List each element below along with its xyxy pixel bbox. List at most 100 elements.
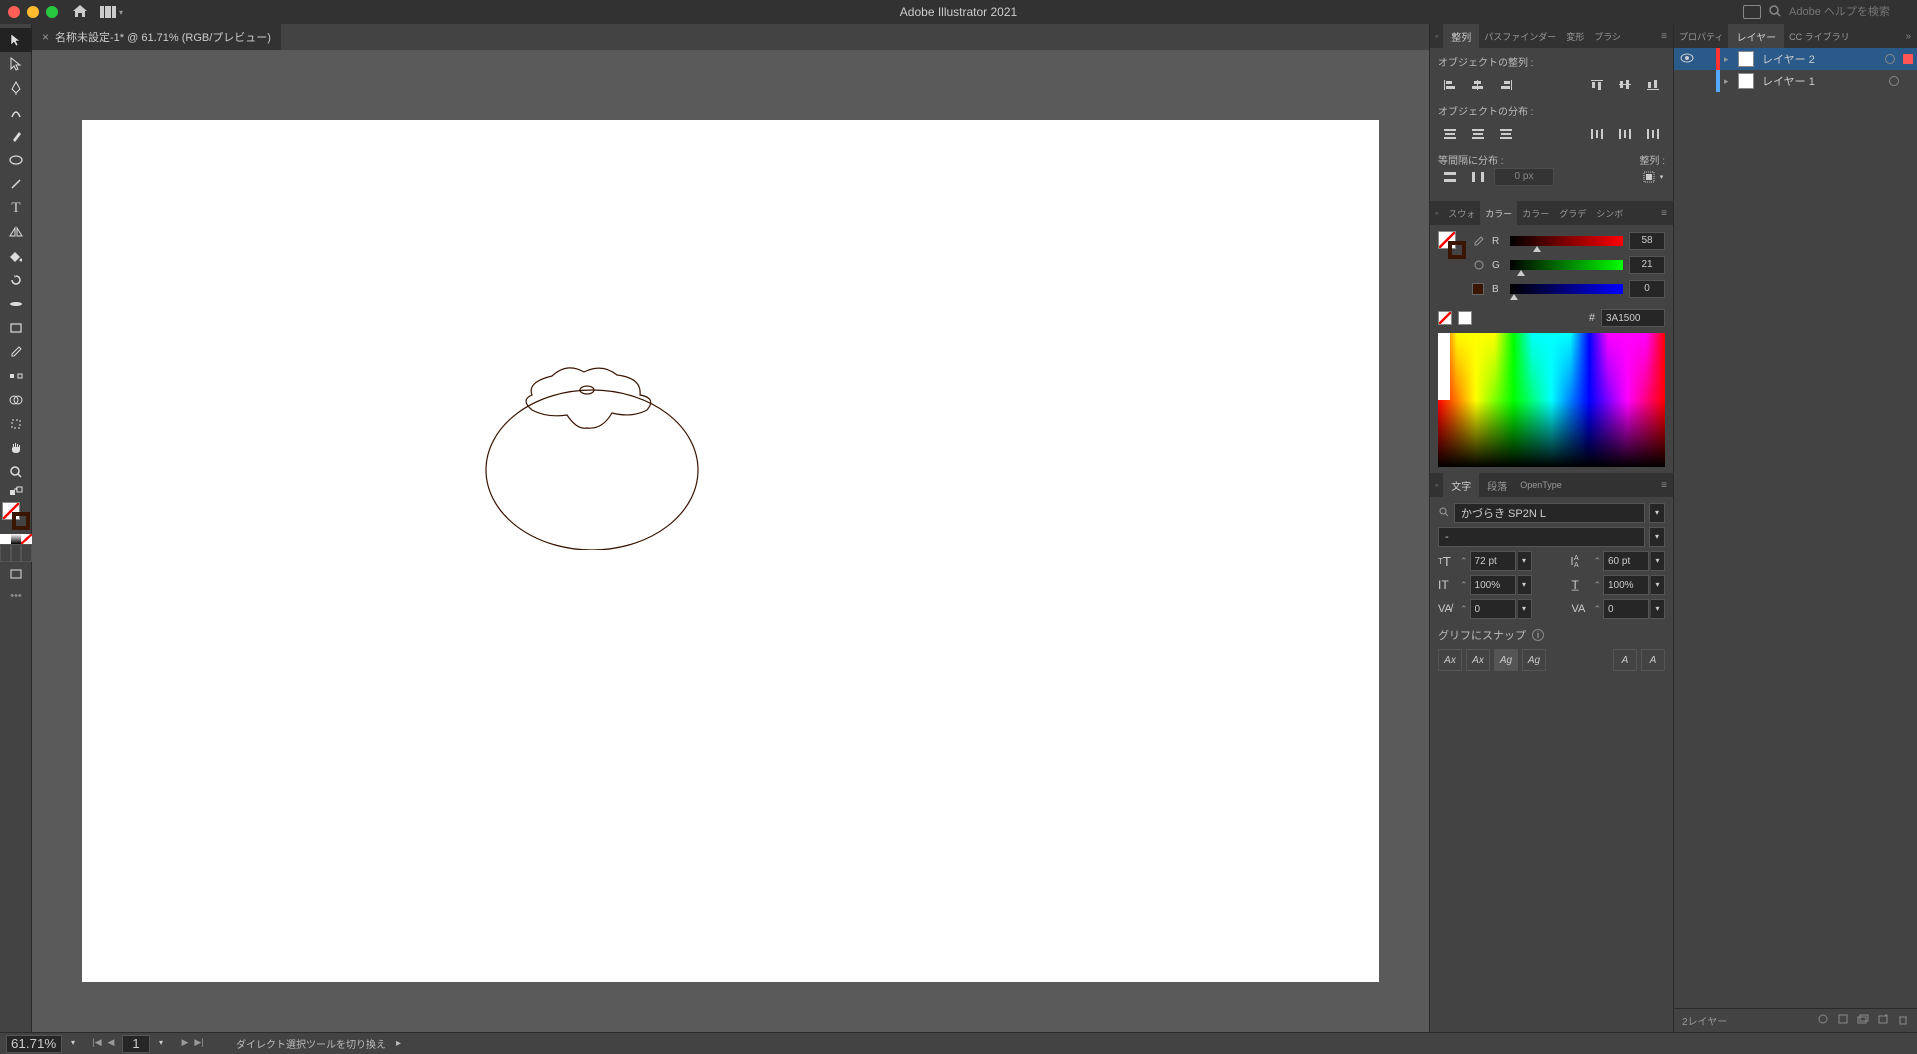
panel-handle-icon[interactable]: ◦ xyxy=(1430,201,1443,225)
target-icon[interactable] xyxy=(1885,54,1895,64)
eyedropper-icon[interactable] xyxy=(1472,236,1486,246)
tab-color[interactable]: カラー xyxy=(1480,201,1517,225)
expand-layer-icon[interactable]: ▸ xyxy=(1724,76,1734,87)
rotate-tool[interactable] xyxy=(0,268,32,292)
statusbar-menu-icon[interactable]: ▸ xyxy=(396,1038,401,1049)
blend-tool[interactable] xyxy=(0,364,32,388)
help-search-input[interactable] xyxy=(1789,6,1909,18)
vscale-input[interactable] xyxy=(1470,575,1516,595)
font-style-dropdown[interactable]: ▾ xyxy=(1649,527,1665,547)
vspace-button[interactable] xyxy=(1438,167,1462,187)
layer-row[interactable]: ▸ レイヤー 2 xyxy=(1674,48,1917,70)
info-icon[interactable]: i xyxy=(1532,629,1544,641)
pen-tool[interactable] xyxy=(0,76,32,100)
curvature-tool[interactable] xyxy=(0,100,32,124)
spacing-input[interactable] xyxy=(1494,168,1554,186)
tab-swatches[interactable]: スウォ xyxy=(1443,201,1480,225)
canvas[interactable] xyxy=(32,50,1429,1032)
align-right-button[interactable] xyxy=(1494,75,1518,95)
r-input[interactable] xyxy=(1629,232,1665,250)
tab-transform[interactable]: 変形 xyxy=(1561,24,1589,48)
brush-tool[interactable] xyxy=(0,124,32,148)
last-artboard-button[interactable]: ▶| xyxy=(192,1037,206,1051)
expand-layer-icon[interactable]: ▸ xyxy=(1724,54,1734,65)
panel-menu-icon[interactable]: ≡ xyxy=(1655,208,1673,219)
white-swatch[interactable] xyxy=(1458,311,1472,325)
g-slider[interactable] xyxy=(1510,260,1623,270)
vdist-bottom-button[interactable] xyxy=(1494,124,1518,144)
tab-cc-libraries[interactable]: CC ライブラリ xyxy=(1784,24,1855,48)
font-size-dropdown[interactable]: ▾ xyxy=(1518,551,1532,571)
line-tool[interactable] xyxy=(0,172,32,196)
close-window-button[interactable] xyxy=(8,6,20,18)
tab-align[interactable]: 整列 xyxy=(1443,24,1479,48)
font-family-input[interactable] xyxy=(1454,503,1645,523)
cloud-docs-icon[interactable] xyxy=(1743,5,1761,19)
none-swatch[interactable] xyxy=(1438,311,1452,325)
ellipse-tool[interactable] xyxy=(0,148,32,172)
layer-name[interactable]: レイヤー 1 xyxy=(1758,73,1885,89)
fill-stroke-preview[interactable] xyxy=(1438,231,1466,259)
gradient-mode[interactable] xyxy=(11,534,22,544)
font-family-dropdown[interactable]: ▾ xyxy=(1649,503,1665,523)
kerning-dropdown[interactable]: ▾ xyxy=(1518,599,1532,619)
vdist-top-button[interactable] xyxy=(1438,124,1462,144)
zoom-dropdown[interactable]: ▾ xyxy=(66,1035,80,1053)
hdist-center-button[interactable] xyxy=(1613,124,1637,144)
new-layer-icon[interactable] xyxy=(1877,1013,1889,1028)
hscale-dropdown[interactable]: ▾ xyxy=(1651,575,1665,595)
type-tool[interactable]: T xyxy=(0,196,32,220)
tab-properties[interactable]: プロパティ xyxy=(1674,24,1728,48)
tab-colorguide[interactable]: カラー xyxy=(1517,201,1554,225)
direct-selection-tool[interactable] xyxy=(0,52,32,76)
draw-behind[interactable] xyxy=(11,544,22,562)
maximize-window-button[interactable] xyxy=(46,6,58,18)
minimize-window-button[interactable] xyxy=(27,6,39,18)
tab-brushes[interactable]: ブラシ xyxy=(1589,24,1626,48)
selection-tool[interactable] xyxy=(0,28,32,52)
tab-layers[interactable]: レイヤー xyxy=(1728,24,1784,48)
target-icon[interactable] xyxy=(1889,76,1899,86)
hand-tool[interactable] xyxy=(0,436,32,460)
shape-builder-tool[interactable] xyxy=(0,388,32,412)
hdist-left-button[interactable] xyxy=(1585,124,1609,144)
artboard-number-input[interactable] xyxy=(122,1035,150,1053)
tab-character[interactable]: 文字 xyxy=(1443,473,1479,497)
align-hcenter-button[interactable] xyxy=(1466,75,1490,95)
stroke-swatch[interactable] xyxy=(12,512,30,530)
panel-menu-icon[interactable]: ≡ xyxy=(1655,31,1673,42)
search-icon[interactable] xyxy=(1769,5,1781,20)
panel-menu-icon[interactable]: ≡ xyxy=(1655,480,1673,491)
tab-gradient[interactable]: グラデ xyxy=(1554,201,1591,225)
snap-xheight-button[interactable]: Ax xyxy=(1466,649,1490,671)
vscale-dropdown[interactable]: ▾ xyxy=(1518,575,1532,595)
panel-handle-icon[interactable]: ◦ xyxy=(1430,24,1443,48)
fill-tool[interactable] xyxy=(0,244,32,268)
artboard-tool[interactable] xyxy=(0,412,32,436)
tracking-input[interactable] xyxy=(1603,599,1649,619)
document-tab[interactable]: × 名称未設定-1* @ 61.71% (RGB/プレビュー) xyxy=(32,24,281,50)
hex-input[interactable] xyxy=(1601,309,1665,327)
align-bottom-button[interactable] xyxy=(1641,75,1665,95)
panel-collapse-icon[interactable]: » xyxy=(1899,31,1917,42)
reflect-tool[interactable] xyxy=(0,220,32,244)
draw-inside[interactable] xyxy=(21,544,32,562)
font-size-input[interactable] xyxy=(1470,551,1516,571)
kerning-input[interactable] xyxy=(1470,599,1516,619)
hspace-button[interactable] xyxy=(1466,167,1490,187)
tab-opentype[interactable]: OpenType xyxy=(1515,473,1567,497)
tab-symbols[interactable]: シンボ xyxy=(1591,201,1628,225)
snap-proximity-button[interactable]: A xyxy=(1641,649,1665,671)
b-input[interactable] xyxy=(1629,280,1665,298)
width-tool[interactable] xyxy=(0,292,32,316)
prev-artboard-button[interactable]: ◀ xyxy=(104,1037,118,1051)
rectangle-tool[interactable] xyxy=(0,316,32,340)
snap-glyph-button[interactable]: Ag xyxy=(1494,649,1518,671)
hscale-input[interactable] xyxy=(1603,575,1649,595)
layer-name[interactable]: レイヤー 2 xyxy=(1758,51,1881,67)
snap-baseline-button[interactable]: Ax xyxy=(1438,649,1462,671)
fill-stroke-indicator[interactable] xyxy=(2,502,30,530)
home-icon[interactable] xyxy=(72,4,88,21)
align-top-button[interactable] xyxy=(1585,75,1609,95)
alignto-selector[interactable]: ▾ xyxy=(1641,167,1665,187)
